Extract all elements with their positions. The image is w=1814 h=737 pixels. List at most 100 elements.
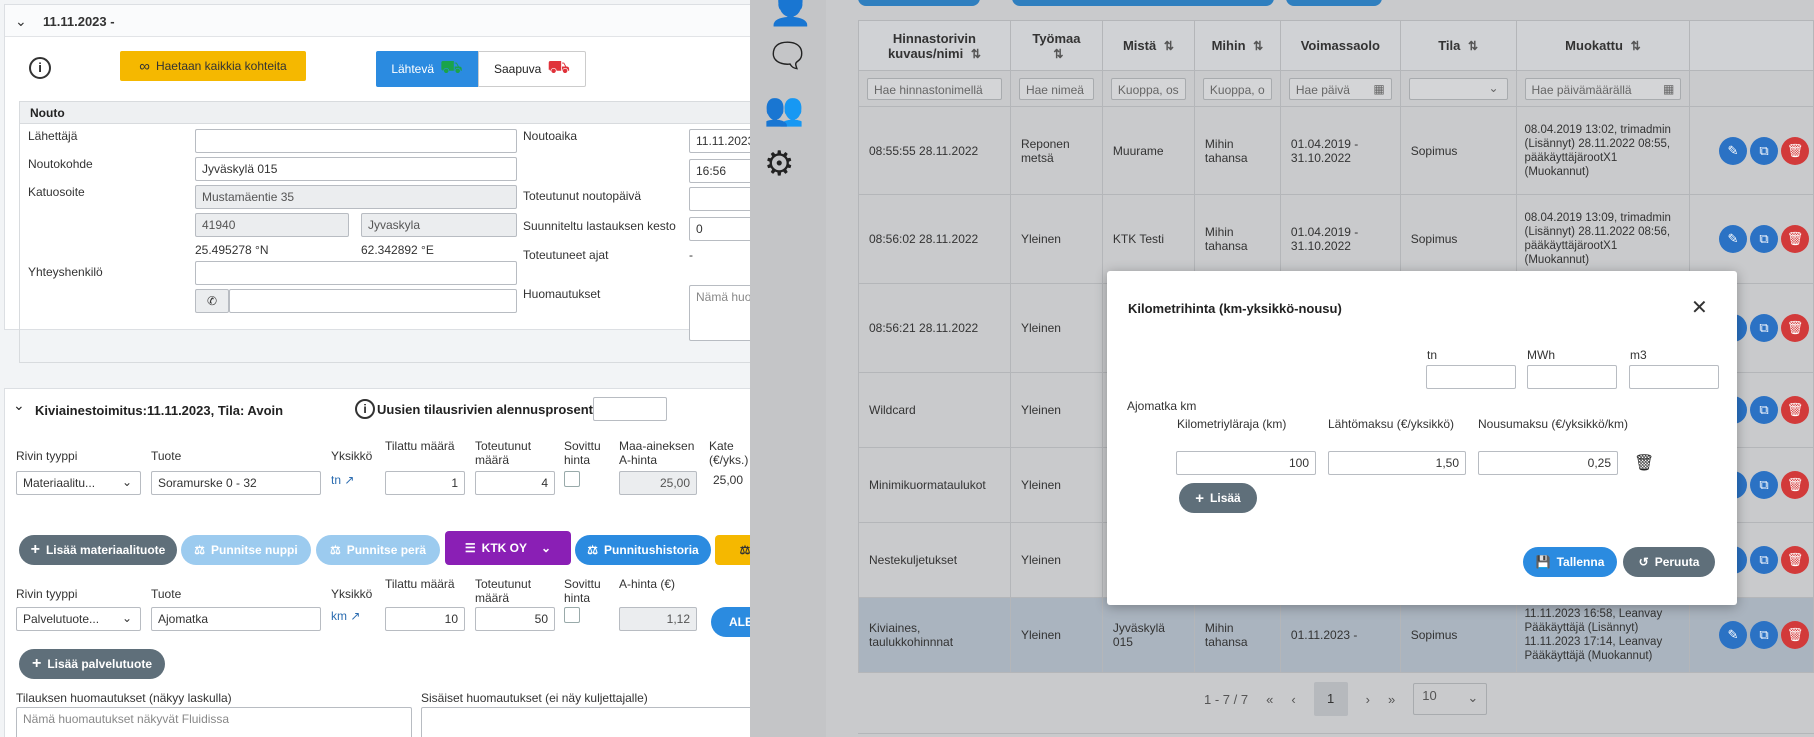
yellow-action-button[interactable]: ⚖: [715, 535, 750, 565]
fetch-all-label: Haetaan kaikkia kohteita: [155, 59, 287, 73]
loading-duration-input[interactable]: 0: [689, 217, 750, 241]
fetch-all-button[interactable]: ∞ Haetaan kaikkia kohteita: [120, 51, 306, 81]
contact-input[interactable]: [195, 261, 517, 285]
climb-fee-header: Nousumaksu (€/yksikkö/km): [1478, 417, 1629, 431]
unit-link[interactable]: tn ↗: [331, 473, 354, 487]
actual-times-label: Toteutuneet ajat: [523, 248, 609, 262]
city-input[interactable]: Jyvaskyla: [361, 213, 517, 237]
discount-input[interactable]: [593, 397, 667, 421]
cancel-label: Peruuta: [1654, 555, 1700, 569]
actual-input[interactable]: 50: [475, 607, 555, 631]
phone-input[interactable]: [229, 289, 517, 313]
ordered-input[interactable]: 1: [385, 471, 465, 495]
pickup-clock-input[interactable]: 16:56: [689, 159, 750, 183]
agreed-price-checkbox[interactable]: [564, 607, 580, 623]
unit-value: tn: [331, 473, 342, 487]
plus-icon: +: [31, 655, 42, 672]
add-row-button[interactable]: + Lisää: [1179, 483, 1257, 513]
scale-icon: ⚖: [329, 543, 341, 557]
list-icon: ☰: [464, 541, 476, 555]
pickup-time-label: Noutoaika: [523, 129, 578, 143]
row-type-header: Rivin tyyppi: [16, 449, 78, 463]
unit-header: Yksikkö: [331, 449, 373, 463]
unit-label-m3: m3: [1630, 348, 1647, 362]
order-notes-textarea[interactable]: Nämä huomautukset näkyvät Fluidissa: [16, 707, 412, 737]
actual-date-input[interactable]: [689, 187, 750, 211]
weigh-trailer-label: Punnitse perä: [346, 543, 427, 557]
weigh-cab-button[interactable]: ⚖ Punnitse nuppi: [181, 535, 311, 565]
agreed-price-checkbox[interactable]: [564, 471, 580, 487]
soil-price-input[interactable]: 25,00: [619, 471, 697, 495]
phone-icon: ✆: [206, 294, 218, 308]
row-type-header: Rivin tyyppi: [16, 587, 78, 601]
unit-label-mwh: MWh: [1527, 348, 1555, 362]
company-dropdown-button[interactable]: ☰ KTK OY ⌄: [445, 531, 571, 565]
climb-fee-input[interactable]: 0,25: [1478, 451, 1618, 475]
pickup-date-input[interactable]: 11.11.2023: [689, 129, 750, 153]
close-icon[interactable]: ✕: [1691, 295, 1708, 320]
chevron-down-icon: ⌄: [541, 541, 552, 555]
info-icon[interactable]: i: [29, 57, 51, 79]
pickup-point-input[interactable]: Jyväskylä 015: [195, 157, 517, 181]
order-notes-placeholder: Nämä huomautukset näkyvät Fluidissa: [23, 712, 230, 726]
actual-header: Toteutunut määrä: [475, 577, 532, 605]
row-type-value: Materiaalitu...: [23, 476, 96, 490]
undo-icon: ↺: [1638, 555, 1649, 569]
row-type-select[interactable]: Materiaalitu... ⌄: [16, 471, 141, 495]
chevron-down-icon[interactable]: ⌄: [13, 397, 25, 414]
save-button[interactable]: 💾 Tallenna: [1523, 547, 1617, 577]
scale-icon: ⚖: [194, 543, 206, 557]
weigh-cab-label: Punnitse nuppi: [211, 543, 298, 557]
outgoing-label: Lähtevä: [391, 62, 435, 76]
modal-title: Kilometrihinta (km-yksikkö-nousu): [1128, 301, 1342, 316]
unit-input-m3[interactable]: [1629, 365, 1719, 389]
add-material-button[interactable]: + Lisää materiaalituote: [19, 535, 177, 565]
pickup-card: ⌄ 11.11.2023 - i ∞ Haetaan kaikkia kohte…: [4, 4, 750, 363]
start-fee-input[interactable]: 1,50: [1328, 451, 1466, 475]
product-input[interactable]: Soramurske 0 - 32: [151, 471, 321, 495]
phone-prefix: ✆: [195, 289, 229, 313]
weigh-history-button[interactable]: ⚖ Punnitushistoria: [575, 535, 711, 565]
date-header[interactable]: ⌄ 11.11.2023 -: [5, 5, 750, 37]
add-row-label: Lisää: [1210, 491, 1241, 505]
a-price-input[interactable]: 1,12: [619, 607, 697, 631]
freight-header: Kate (€/yks.): [709, 439, 749, 467]
longitude-text: 62.342892 °E: [361, 243, 434, 257]
row-type-select[interactable]: Palvelutuote... ⌄: [16, 607, 141, 631]
product-header: Tuote: [151, 449, 182, 463]
info-icon[interactable]: i: [355, 399, 375, 419]
trash-icon[interactable]: 🗑: [1634, 453, 1654, 473]
chevron-down-icon: ⌄: [121, 475, 132, 489]
zip-input[interactable]: 41940: [195, 213, 349, 237]
discount-button[interactable]: ALE: [711, 607, 750, 637]
unit-label-tn: tn: [1427, 348, 1438, 362]
unit-link[interactable]: km ↗: [331, 609, 360, 623]
ordered-input[interactable]: 10: [385, 607, 465, 631]
notes-textarea[interactable]: Nämä huomautukset: [689, 285, 750, 341]
add-service-button[interactable]: + Lisää palvelutuote: [19, 649, 165, 679]
external-link-icon: ↗: [344, 473, 355, 487]
save-icon: 💾: [1535, 555, 1551, 569]
unit-input-mwh[interactable]: [1527, 365, 1617, 389]
km-price-modal: Kilometrihinta (km-yksikkö-nousu) ✕ tn M…: [1107, 271, 1737, 605]
unit-header: Yksikkö: [331, 587, 373, 601]
section-label: Ajomatka km: [1127, 399, 1197, 413]
internal-notes-textarea[interactable]: [421, 707, 750, 737]
sender-input[interactable]: [195, 129, 517, 153]
plus-icon: +: [1195, 489, 1205, 507]
unit-input-tn[interactable]: [1426, 365, 1516, 389]
direction-outgoing-button[interactable]: Lähtevä ⛟: [376, 51, 478, 87]
product-header: Tuote: [151, 587, 182, 601]
weigh-trailer-button[interactable]: ⚖ Punnitse perä: [316, 535, 440, 565]
km-limit-input[interactable]: 100: [1176, 451, 1316, 475]
agreed-header: Sovittu hinta: [564, 577, 601, 605]
direction-incoming-button[interactable]: Saapuva ⛟: [478, 51, 586, 87]
loading-duration-label: Suunniteltu lastauksen kesto: [523, 219, 676, 233]
cancel-button[interactable]: ↺ Peruuta: [1623, 547, 1715, 577]
plus-icon: +: [30, 541, 40, 558]
date-title: 11.11.2023 -: [43, 14, 115, 29]
street-input[interactable]: Mustamäentie 35: [195, 185, 517, 209]
actual-input[interactable]: 4: [475, 471, 555, 495]
chevron-down-icon[interactable]: ⌄: [15, 13, 27, 30]
product-input[interactable]: Ajomatka: [151, 607, 321, 631]
